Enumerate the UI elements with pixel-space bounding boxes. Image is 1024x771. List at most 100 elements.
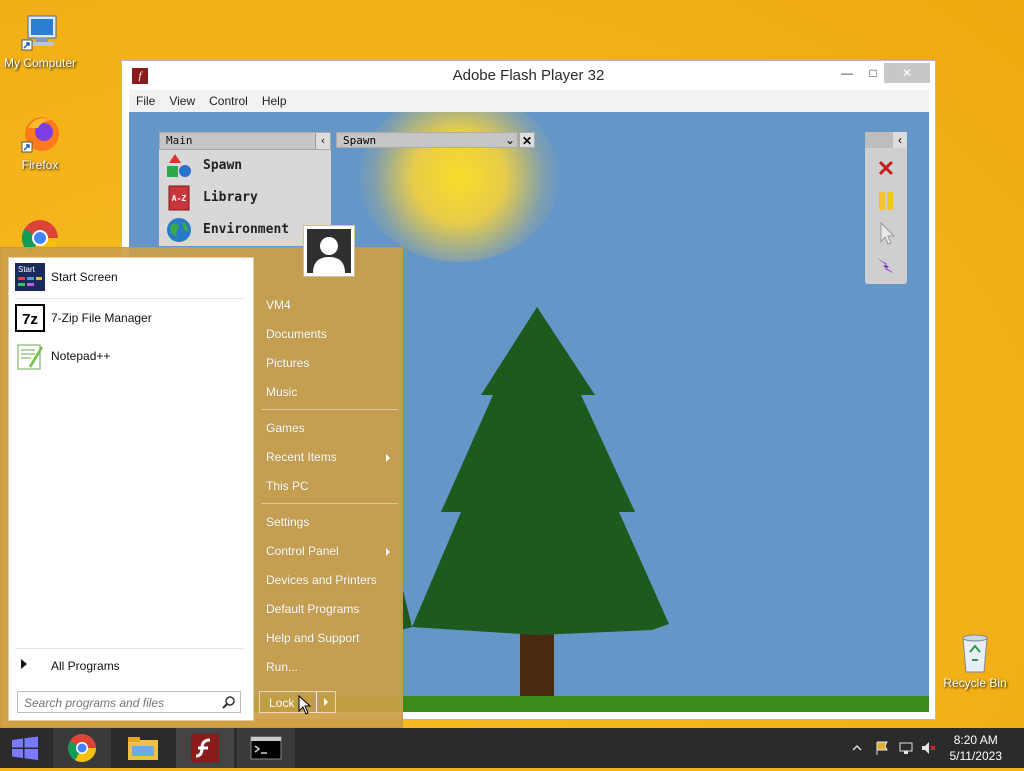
- link-settings[interactable]: Settings: [266, 515, 309, 529]
- mouse-cursor-icon: [298, 695, 312, 715]
- collapse-icon[interactable]: ‹: [893, 132, 907, 148]
- search-icon[interactable]: [222, 695, 236, 709]
- notepadpp-icon: [17, 344, 43, 370]
- tool-label: Library: [203, 190, 258, 205]
- all-programs-label: All Programs: [51, 659, 120, 673]
- program-7zip[interactable]: 7z 7-Zip File Manager: [15, 304, 247, 334]
- 7zip-icon: 7z: [15, 304, 45, 332]
- delete-x-icon[interactable]: ✕: [873, 156, 899, 182]
- window-titlebar[interactable]: f Adobe Flash Player 32 — □ ✕: [122, 61, 935, 89]
- link-default-programs[interactable]: Default Programs: [266, 602, 359, 616]
- chevron-down-icon[interactable]: ⌄: [502, 132, 518, 148]
- menu-view[interactable]: View: [162, 90, 202, 112]
- link-control-panel[interactable]: Control Panel: [266, 544, 339, 558]
- chrome-icon: [68, 734, 96, 762]
- collapse-icon[interactable]: ‹: [315, 133, 330, 149]
- desktop-icon-label: My Computer: [3, 56, 77, 70]
- clock-time: 8:20 AM: [953, 733, 998, 747]
- pointer-icon[interactable]: [873, 220, 899, 246]
- desktop-icon-label: Firefox: [21, 158, 59, 172]
- desktop-icon-label: Recycle Bin: [943, 676, 1007, 690]
- triangle-right-icon: [21, 659, 27, 669]
- svg-text:Start: Start: [18, 265, 36, 274]
- close-icon[interactable]: ✕: [884, 63, 930, 83]
- tool-label: Spawn: [203, 158, 243, 173]
- terminal-icon: [250, 736, 282, 760]
- desktop-icon-firefox[interactable]: Firefox: [0, 112, 80, 172]
- chevron-right-icon: [324, 698, 328, 706]
- flag-icon[interactable]: [874, 740, 890, 756]
- program-label: Start Screen: [51, 270, 118, 284]
- divider: [15, 298, 245, 299]
- link-recent-items[interactable]: Recent Items: [266, 450, 337, 464]
- computer-icon: [18, 10, 62, 54]
- user-icon: [313, 237, 345, 273]
- divider: [261, 503, 398, 504]
- window-title: Adobe Flash Player 32: [452, 67, 605, 84]
- start-button[interactable]: [0, 728, 50, 768]
- close-panel-icon[interactable]: ✕: [519, 132, 535, 148]
- clock[interactable]: 8:20 AM 5/11/2023: [950, 732, 1003, 764]
- taskbar-file-explorer[interactable]: [114, 728, 172, 768]
- link-pictures[interactable]: Pictures: [266, 356, 309, 370]
- desktop-icon-recycle-bin[interactable]: Recycle Bin: [935, 630, 1015, 690]
- start-screen-icon: Start: [15, 263, 45, 291]
- speaker-muted-icon[interactable]: [920, 740, 936, 756]
- menu-help[interactable]: Help: [255, 90, 294, 112]
- program-notepadpp[interactable]: Notepad++: [15, 342, 247, 372]
- all-programs-button[interactable]: All Programs: [15, 654, 245, 678]
- chevron-up-icon[interactable]: [852, 743, 862, 753]
- panel-header[interactable]: Main ‹: [159, 132, 331, 150]
- firefox-icon: [18, 112, 62, 156]
- taskbar: 8:20 AM 5/11/2023: [0, 728, 1024, 768]
- tree-foliage: [412, 307, 669, 635]
- program-start-screen[interactable]: Start Start Screen: [15, 263, 247, 293]
- link-devices-printers[interactable]: Devices and Printers: [266, 573, 377, 587]
- side-toolbar: ‹ ✕: [865, 132, 907, 284]
- search-box[interactable]: [17, 691, 241, 713]
- spawn-dropdown[interactable]: Spawn: [336, 132, 518, 148]
- tool-spawn[interactable]: Spawn: [159, 150, 331, 182]
- flash-icon: [191, 734, 219, 762]
- network-icon[interactable]: [898, 740, 914, 756]
- panel-title: Main: [166, 134, 193, 147]
- desktop-icon-my-computer[interactable]: My Computer: [0, 10, 80, 70]
- svg-text:A-Z: A-Z: [172, 194, 187, 203]
- program-label: Notepad++: [51, 349, 111, 363]
- divider: [261, 409, 398, 410]
- link-this-pc[interactable]: This PC: [266, 479, 309, 493]
- taskbar-chrome[interactable]: [53, 728, 111, 768]
- link-music[interactable]: Music: [266, 385, 297, 399]
- power-options-arrow[interactable]: [316, 691, 336, 713]
- taskbar-flash-player[interactable]: [176, 728, 234, 768]
- dropdown-value: Spawn: [343, 134, 377, 147]
- user-avatar[interactable]: [303, 225, 355, 277]
- link-games[interactable]: Games: [266, 421, 305, 435]
- folder-icon: [128, 737, 158, 760]
- windows-logo-icon: [12, 736, 38, 760]
- desktop: My Computer Firefox Recycle Bin f Adobe …: [0, 0, 1024, 728]
- tool-library[interactable]: A-Z Library: [159, 182, 331, 214]
- recycle-bin-icon: [953, 630, 997, 674]
- tool-label: Environment: [203, 222, 290, 237]
- menu-control[interactable]: Control: [202, 90, 255, 112]
- menu-file[interactable]: File: [129, 90, 162, 112]
- globe-icon: [167, 218, 191, 242]
- search-input[interactable]: [22, 694, 216, 712]
- lightning-icon[interactable]: [873, 252, 899, 278]
- chevron-right-icon: [386, 548, 390, 556]
- link-user[interactable]: VM4: [266, 298, 291, 312]
- divider: [15, 648, 245, 649]
- menu-bar: File View Control Help: [129, 90, 929, 112]
- pause-icon[interactable]: [873, 188, 899, 214]
- side-toolbar-header: ‹: [865, 132, 907, 148]
- svg-text:7z: 7z: [22, 311, 38, 328]
- start-menu: Start Start Screen 7z 7-Zip File Manager: [0, 225, 403, 728]
- tree-trunk: [520, 632, 554, 697]
- book-icon: A-Z: [168, 185, 190, 211]
- link-documents[interactable]: Documents: [266, 327, 327, 341]
- taskbar-command-prompt[interactable]: [237, 728, 295, 768]
- link-run[interactable]: Run...: [266, 660, 298, 674]
- shapes-icon: [167, 154, 191, 177]
- link-help-support[interactable]: Help and Support: [266, 631, 359, 645]
